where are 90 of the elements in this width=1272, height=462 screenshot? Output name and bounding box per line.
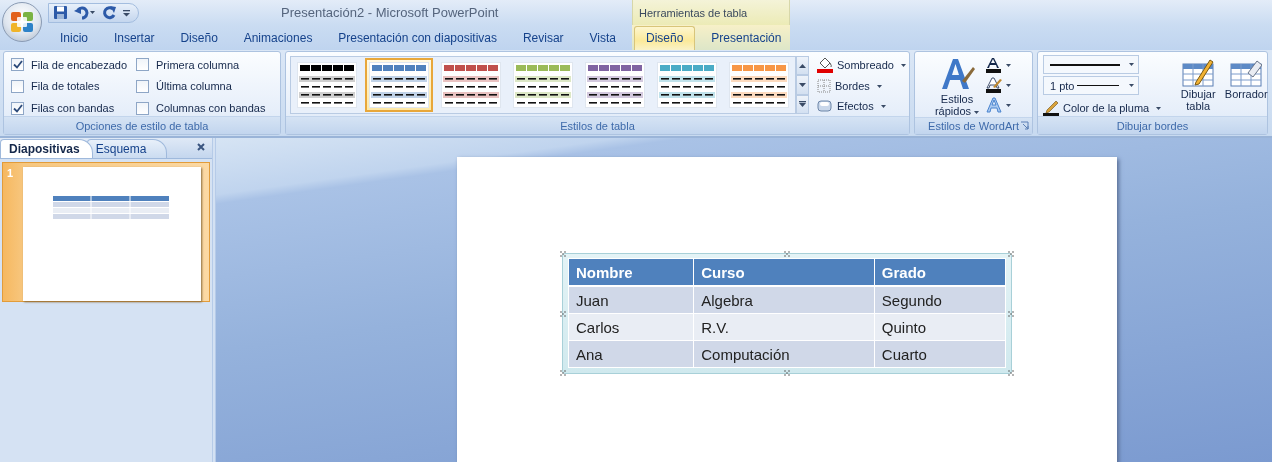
ribbon-large-button[interactable]: Borrador: [1223, 56, 1270, 116]
ribbon-tab[interactable]: Inicio: [48, 26, 100, 50]
ribbon-tab[interactable]: Animaciones: [231, 26, 325, 50]
table-header-cell: Curso: [693, 258, 875, 286]
caret-icon: [1156, 106, 1162, 110]
pen-icon: [1043, 100, 1059, 116]
ribbon-large-button[interactable]: Dibujar tabla: [1175, 56, 1222, 116]
caret-icon: [974, 110, 980, 114]
resize-handle[interactable]: [1008, 251, 1014, 257]
table-cell: Computación: [693, 340, 875, 368]
office-logo-icon: [9, 9, 35, 35]
ribbon-command[interactable]: Bordes: [817, 79, 906, 93]
resize-handle[interactable]: [784, 251, 790, 257]
caret-icon: [1129, 84, 1134, 87]
resize-handle[interactable]: [1008, 310, 1014, 317]
checkbox-option[interactable]: Última columna: [136, 78, 266, 95]
table-header-cell: Grado: [874, 258, 1006, 286]
close-icon[interactable]: [197, 143, 205, 151]
effects-icon: [817, 99, 833, 113]
group-label: Dibujar bordes: [1038, 116, 1267, 134]
checkbox[interactable]: [136, 101, 149, 115]
ribbon-tab[interactable]: Diseño: [634, 26, 696, 50]
table-cell: Cuarto: [874, 340, 1006, 368]
text-outline-icon[interactable]: [985, 77, 1011, 93]
ribbon-tab[interactable]: Presentación con diapositivas: [326, 26, 510, 50]
ribbon-command[interactable]: Efectos: [817, 99, 906, 113]
borders-icon: [817, 79, 831, 93]
ribbon-tab[interactable]: Diseño: [168, 26, 230, 50]
dialog-launcher-icon[interactable]: [1020, 121, 1029, 130]
pen-weight-dropdown[interactable]: 1 pto: [1043, 76, 1139, 95]
table-header-cell: Nombre: [568, 258, 694, 286]
scroll-up-icon[interactable]: [796, 56, 809, 76]
resize-handle[interactable]: [560, 370, 566, 376]
ribbon-tab[interactable]: Insertar: [101, 26, 167, 50]
line-sample-icon: [1077, 85, 1120, 86]
table-cell: Carlos: [568, 313, 694, 341]
quick-styles-button[interactable]: Estilos rápidos: [931, 55, 983, 117]
table-cell: Juan: [568, 286, 694, 314]
save-icon[interactable]: [53, 5, 68, 20]
resize-handle[interactable]: [560, 251, 566, 257]
checkbox[interactable]: [136, 80, 149, 93]
table-cell: R.V.: [693, 313, 875, 341]
resize-handle[interactable]: [560, 310, 566, 317]
scroll-down-icon[interactable]: [796, 75, 809, 95]
checkbox[interactable]: [11, 80, 24, 93]
slide-number: 1: [7, 167, 15, 181]
checkbox[interactable]: [11, 101, 24, 115]
table-style-swatch[interactable]: [365, 58, 433, 112]
ribbon-command[interactable]: Sombreado: [817, 57, 906, 73]
panel-tab[interactable]: Esquema: [86, 139, 168, 158]
checkbox[interactable]: [11, 58, 24, 72]
resize-handle[interactable]: [784, 370, 790, 376]
office-button[interactable]: [2, 2, 42, 42]
paint-bucket-icon: [817, 57, 833, 73]
caret-icon: [1129, 63, 1134, 66]
table-cell: Quinto: [874, 313, 1006, 341]
table-selection-frame[interactable]: Nombre Curso Grado Juan Algebra Segundo Carlos R.V. Quinto Ana Computación Cuarto: [562, 253, 1012, 374]
ribbon-tab[interactable]: Vista: [577, 26, 628, 50]
contextual-tab-group-label: Herramientas de tabla: [632, 0, 790, 25]
text-fill-icon[interactable]: [985, 57, 1011, 73]
caret-icon: [1006, 103, 1011, 107]
line-sample-icon: [1050, 63, 1120, 66]
caret-icon: [880, 104, 886, 108]
redo-icon[interactable]: [102, 5, 117, 20]
caret-icon: [1006, 63, 1011, 67]
customize-caret-icon[interactable]: [123, 8, 130, 17]
ribbon-tab[interactable]: Presentación: [699, 26, 794, 50]
checkbox-option[interactable]: Fila de encabezado: [11, 57, 136, 73]
group-label: Estilos de tabla: [286, 116, 909, 134]
caret-icon: [876, 84, 882, 88]
table-cell: Algebra: [693, 286, 875, 314]
checkbox-option[interactable]: Filas con bandas: [11, 100, 136, 116]
checkbox-option[interactable]: Columnas con bandas: [136, 100, 266, 116]
checkbox-option[interactable]: Fila de totales: [11, 78, 136, 95]
undo-icon[interactable]: [74, 5, 96, 20]
caret-icon: [900, 63, 906, 67]
panel-tab[interactable]: Diapositivas: [0, 139, 93, 158]
pen-style-dropdown[interactable]: [1043, 55, 1139, 74]
checkbox[interactable]: [136, 58, 149, 72]
table-cell: Ana: [568, 340, 694, 368]
window-title: Presentación2 - Microsoft PowerPoint: [281, 5, 500, 20]
ribbon-tab[interactable]: Revisar: [510, 26, 576, 50]
resize-handle[interactable]: [1008, 370, 1014, 376]
group-label: Estilos de WordArt: [915, 117, 1032, 134]
caret-icon: [1006, 83, 1011, 87]
group-label: Opciones de estilo de tabla: [4, 116, 280, 134]
table-cell: Segundo: [874, 286, 1006, 314]
checkbox-option[interactable]: Primera columna: [136, 57, 266, 73]
pen-color-button[interactable]: Color de la pluma: [1043, 100, 1162, 116]
slide-thumbnail[interactable]: [23, 167, 201, 301]
